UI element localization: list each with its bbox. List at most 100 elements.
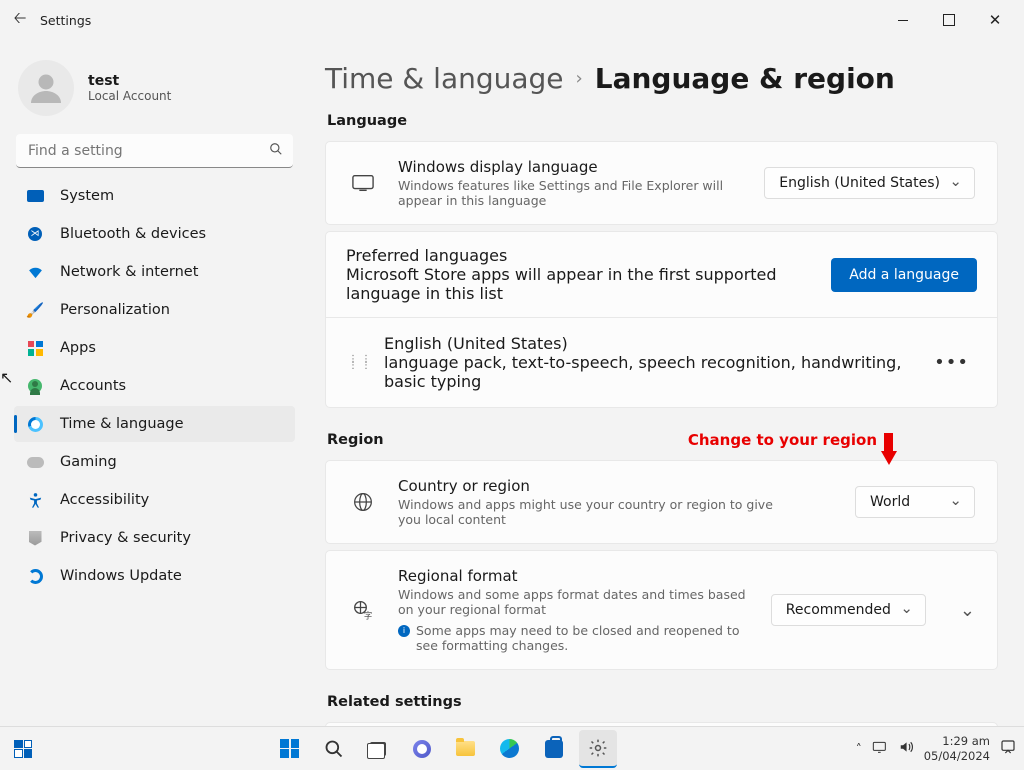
avatar <box>18 60 74 116</box>
task-view-button[interactable] <box>359 730 397 768</box>
breadcrumb: Time & language › Language & region <box>325 62 998 95</box>
window-title: Settings <box>40 13 91 28</box>
globe-text-icon: 字 <box>348 600 378 620</box>
nav-apps[interactable]: Apps <box>14 330 295 366</box>
accessibility-icon <box>26 491 44 509</box>
taskbar: ˄ 1:29 am 05/04/2024 <box>0 726 1024 770</box>
nav-system[interactable]: System <box>14 178 295 214</box>
nav-network[interactable]: Network & internet <box>14 254 295 290</box>
display-language-dropdown[interactable]: English (United States) <box>764 167 975 199</box>
brush-icon: 🖌️ <box>26 301 44 319</box>
system-icon <box>26 187 44 205</box>
card-title: Regional format <box>398 567 751 585</box>
windows-display-language-card: Windows display language Windows feature… <box>325 141 998 225</box>
section-region: Region <box>327 432 998 448</box>
card-desc: Windows and some apps format dates and t… <box>398 587 751 617</box>
card-desc: Windows and apps might use your country … <box>398 497 788 527</box>
search-icon <box>269 142 283 160</box>
nav-accounts[interactable]: Accounts <box>14 368 295 404</box>
user-subtitle: Local Account <box>88 89 171 103</box>
page-title: Language & region <box>595 62 895 95</box>
card-title: Preferred languages <box>346 246 831 265</box>
settings-taskbar-button[interactable] <box>579 730 617 768</box>
nav-gaming[interactable]: Gaming <box>14 444 295 480</box>
window-minimize-button[interactable] <box>880 0 926 40</box>
nav-label: Windows Update <box>60 568 182 584</box>
annotation-arrow <box>884 433 893 453</box>
nav-label: Network & internet <box>60 264 198 280</box>
start-button[interactable] <box>271 730 309 768</box>
chat-button[interactable] <box>403 730 441 768</box>
nav-label: Time & language <box>60 416 184 432</box>
nav-label: System <box>60 188 114 204</box>
store-button[interactable] <box>535 730 573 768</box>
preferred-languages-header: Preferred languages Microsoft Store apps… <box>325 231 998 318</box>
drag-handle-icon[interactable]: ⋮⋮⋮⋮ <box>348 357 364 369</box>
bluetooth-icon: ⋊ <box>26 225 44 243</box>
annotation-text: Change to your region <box>688 431 877 449</box>
tray-volume-icon[interactable] <box>898 740 914 757</box>
user-block[interactable]: test Local Account <box>14 54 295 134</box>
gaming-icon <box>26 453 44 471</box>
section-language: Language <box>327 113 998 129</box>
time-icon <box>26 415 44 433</box>
more-options-button[interactable]: ••• <box>928 352 975 373</box>
card-desc: Windows features like Settings and File … <box>398 178 744 208</box>
apps-icon <box>26 339 44 357</box>
language-features: language pack, text-to-speech, speech re… <box>384 353 908 391</box>
main-content: Time & language › Language & region Lang… <box>305 40 1024 726</box>
card-title: Country or region <box>398 477 835 495</box>
nav-accessibility[interactable]: Accessibility <box>14 482 295 518</box>
language-item[interactable]: ⋮⋮⋮⋮ English (United States) language pa… <box>325 318 998 408</box>
nav-bluetooth[interactable]: ⋊ Bluetooth & devices <box>14 216 295 252</box>
info-icon: i <box>398 625 410 637</box>
dropdown-value: English (United States) <box>779 175 940 191</box>
wifi-icon <box>26 263 44 281</box>
nav-label: Apps <box>60 340 96 356</box>
regional-format-dropdown[interactable]: Recommended <box>771 594 926 626</box>
search-box[interactable] <box>16 134 293 168</box>
account-icon <box>26 377 44 395</box>
widgets-button[interactable] <box>14 740 32 758</box>
window-maximize-button[interactable] <box>926 0 972 40</box>
regional-format-card: 字 Regional format Windows and some apps … <box>325 550 998 670</box>
expand-button[interactable]: ⌄ <box>960 600 975 621</box>
shield-icon <box>26 529 44 547</box>
globe-icon <box>348 492 378 512</box>
annotation-arrow-head <box>881 451 897 465</box>
display-icon <box>348 174 378 192</box>
notifications-button[interactable] <box>1000 739 1016 758</box>
tray-chevron-icon[interactable]: ˄ <box>856 742 862 756</box>
nav-privacy[interactable]: Privacy & security <box>14 520 295 556</box>
search-input[interactable] <box>16 134 293 168</box>
dropdown-value: World <box>870 494 910 510</box>
nav-label: Privacy & security <box>60 530 191 546</box>
svg-text:字: 字 <box>364 610 372 620</box>
taskbar-search-button[interactable] <box>315 730 353 768</box>
country-dropdown[interactable]: World <box>855 486 975 518</box>
nav-list: System ⋊ Bluetooth & devices Network & in… <box>14 178 295 594</box>
taskbar-clock[interactable]: 1:29 am 05/04/2024 <box>924 734 990 763</box>
section-related: Related settings <box>327 694 998 710</box>
file-explorer-button[interactable] <box>447 730 485 768</box>
window-close-button[interactable]: ✕ <box>972 0 1018 40</box>
back-button[interactable]: 🡠 <box>6 7 34 34</box>
dropdown-value: Recommended <box>786 602 891 618</box>
language-name: English (United States) <box>384 334 908 353</box>
tray-network-icon[interactable] <box>872 740 888 757</box>
nav-label: Bluetooth & devices <box>60 226 206 242</box>
nav-windows-update[interactable]: Windows Update <box>14 558 295 594</box>
clock-time: 1:29 am <box>924 734 990 748</box>
typing-row[interactable]: Typing › <box>325 722 998 726</box>
nav-time-language[interactable]: Time & language <box>14 406 295 442</box>
edge-button[interactable] <box>491 730 529 768</box>
nav-personalization[interactable]: 🖌️ Personalization <box>14 292 295 328</box>
breadcrumb-parent[interactable]: Time & language <box>325 62 564 95</box>
nav-label: Personalization <box>60 302 170 318</box>
nav-label: Gaming <box>60 454 117 470</box>
add-language-button[interactable]: Add a language <box>831 258 977 292</box>
sidebar: test Local Account System ⋊ Bluetooth & d… <box>0 40 305 726</box>
chevron-right-icon: › <box>576 68 583 89</box>
card-desc: Microsoft Store apps will appear in the … <box>346 265 831 303</box>
clock-date: 05/04/2024 <box>924 749 990 763</box>
